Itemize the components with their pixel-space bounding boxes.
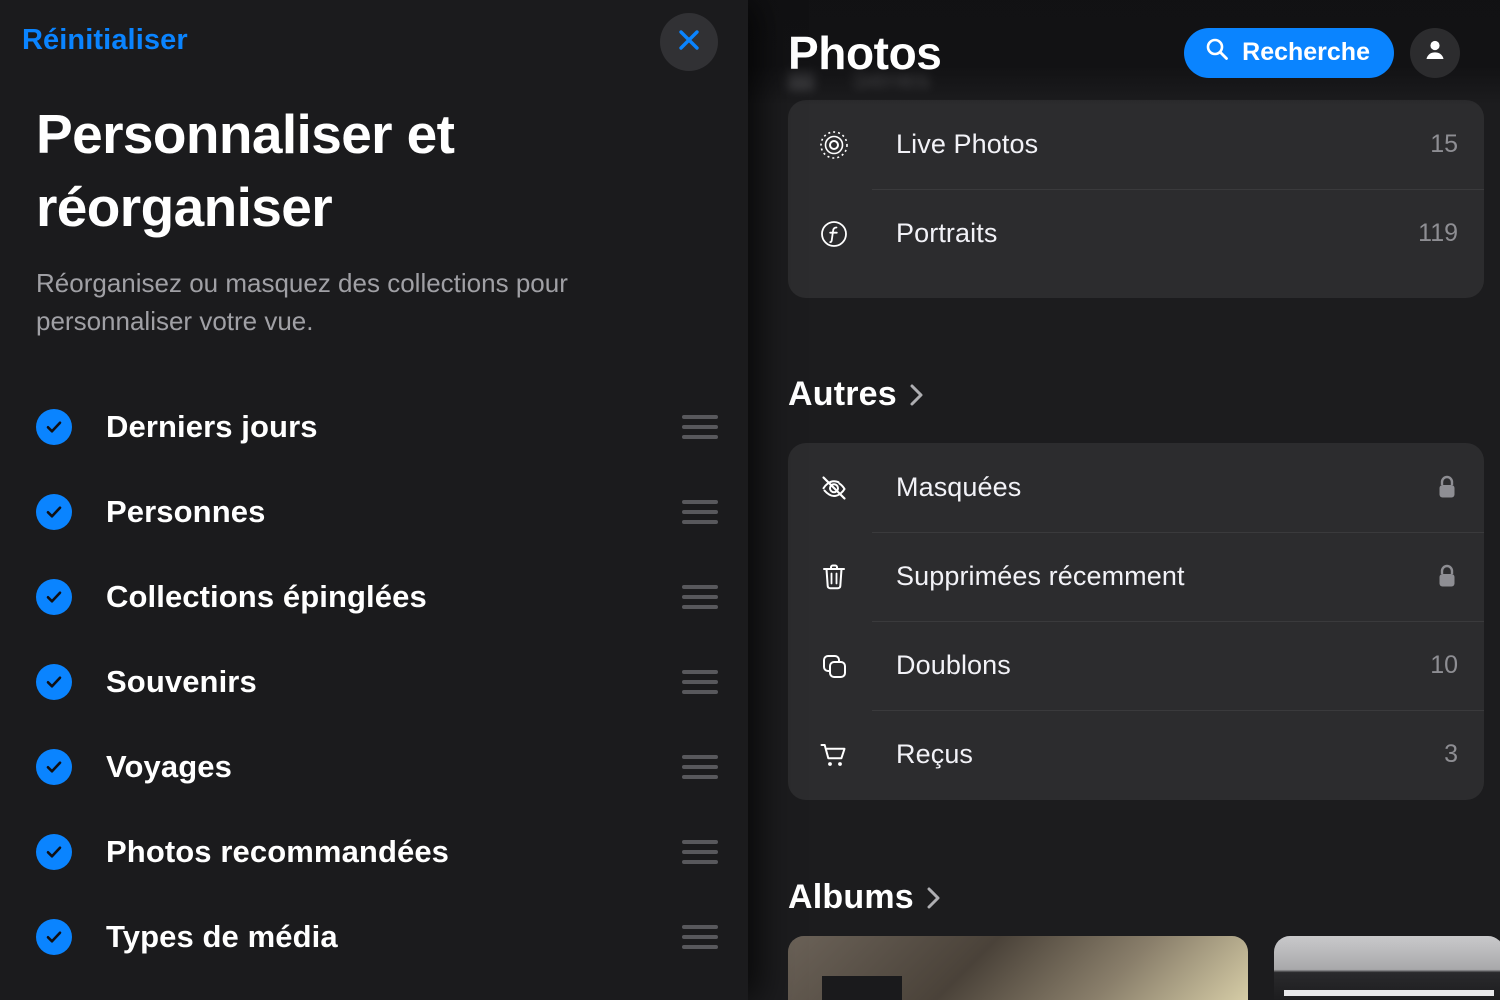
row-masquees[interactable]: Masquées [788, 443, 1484, 532]
section-header-albums[interactable]: Albums [788, 878, 944, 917]
checkbox-personnes[interactable] [36, 494, 72, 531]
chevron-right-icon [907, 382, 927, 408]
row-count: 15 [1430, 130, 1458, 158]
row-portraits[interactable]: Portraits 119 [788, 189, 1484, 278]
drag-handle-icon[interactable] [682, 585, 718, 610]
live-photos-icon [812, 130, 856, 160]
aperture-icon [812, 219, 856, 249]
section-title: Albums [788, 878, 914, 916]
row-label: Supprimées récemment [896, 561, 1185, 591]
row-label: Reçus [896, 739, 974, 769]
search-icon [1204, 36, 1230, 69]
eye-slash-icon [812, 472, 856, 504]
row-count: 3 [1444, 740, 1458, 768]
album-thumbnail[interactable] [788, 936, 1248, 1000]
checkbox-voyages[interactable] [36, 749, 72, 786]
row-label: Doublons [896, 650, 1011, 680]
lock-icon [1436, 474, 1458, 502]
list-item[interactable]: Autres [0, 980, 748, 1000]
list-item-label: Voyages [106, 749, 232, 785]
list-item-label: Photos recommandées [106, 834, 450, 870]
section-title: Autres [788, 375, 897, 413]
row-doublons[interactable]: Doublons 10 [788, 621, 1484, 710]
list-item[interactable]: Souvenirs [0, 640, 748, 725]
drag-handle-icon[interactable] [682, 840, 718, 865]
trash-icon [812, 561, 856, 593]
row-count: 119 [1418, 219, 1458, 247]
list-item-label: Souvenirs [106, 664, 257, 700]
row-count: 10 [1430, 651, 1458, 679]
close-icon [674, 25, 704, 60]
checkbox-types-de-media[interactable] [36, 919, 72, 956]
drag-handle-icon[interactable] [682, 925, 718, 950]
drag-handle-icon[interactable] [682, 670, 718, 695]
lock-icon [1436, 563, 1458, 591]
row-label: Live Photos [896, 129, 1039, 159]
list-item[interactable]: Derniers jours [0, 385, 748, 470]
autres-card: Masquées Supprimées récemment Doublons 1… [788, 443, 1484, 800]
checkbox-collections-epinglees[interactable] [36, 579, 72, 616]
row-label: Portraits [896, 218, 998, 248]
person-icon [1421, 36, 1449, 69]
list-item-label: Derniers jours [106, 409, 318, 445]
drag-handle-icon[interactable] [682, 415, 718, 440]
search-button-label: Recherche [1242, 38, 1370, 66]
customize-panel: Réinitialiser Personnaliser et réorganis… [0, 0, 748, 1000]
duplicate-icon [812, 651, 856, 681]
page-title: Photos [788, 26, 942, 79]
list-item-label: Collections épinglées [106, 579, 427, 615]
section-header-autres[interactable]: Autres [788, 375, 927, 414]
albums-thumbnail-strip [788, 936, 1500, 1000]
row-live-photos[interactable]: Live Photos 15 [788, 100, 1484, 189]
checkbox-souvenirs[interactable] [36, 664, 72, 701]
cart-icon [812, 740, 856, 770]
album-thumbnail[interactable] [1274, 936, 1500, 1000]
reset-button[interactable]: Réinitialiser [22, 24, 188, 57]
list-item[interactable]: Collections épinglées [0, 555, 748, 640]
chevron-right-icon [924, 885, 944, 911]
photos-top-card: Live Photos 15 Portraits 119 [788, 100, 1484, 298]
list-item-label: Personnes [106, 494, 266, 530]
list-item-label: Types de média [106, 919, 338, 955]
list-item[interactable]: Personnes [0, 470, 748, 555]
checkbox-photos-recommandees[interactable] [36, 834, 72, 871]
drag-handle-icon[interactable] [682, 500, 718, 525]
checkbox-derniers-jours[interactable] [36, 409, 72, 446]
customize-list: Derniers jours Personnes Collections épi… [0, 385, 748, 1000]
row-label: Masquées [896, 472, 1022, 502]
row-recus[interactable]: Reçus 3 [788, 710, 1484, 799]
close-button[interactable] [660, 13, 718, 71]
photos-header: Photos Recherche [748, 0, 1500, 105]
drag-handle-icon[interactable] [682, 755, 718, 780]
avatar[interactable] [1410, 27, 1460, 78]
list-item[interactable]: Photos recommandées [0, 810, 748, 895]
photos-app-window: Séries Live Photos 15 [0, 0, 1500, 1000]
search-button[interactable]: Recherche [1184, 27, 1394, 78]
panel-toolbar: Réinitialiser [0, 0, 748, 92]
list-item[interactable]: Voyages [0, 725, 748, 810]
row-supprimees-recemment[interactable]: Supprimées récemment [788, 532, 1484, 621]
panel-title: Personnaliser et réorganiser [36, 103, 455, 238]
list-item[interactable]: Types de média [0, 895, 748, 980]
panel-subtitle: Réorganisez ou masquez des collections p… [36, 268, 568, 336]
